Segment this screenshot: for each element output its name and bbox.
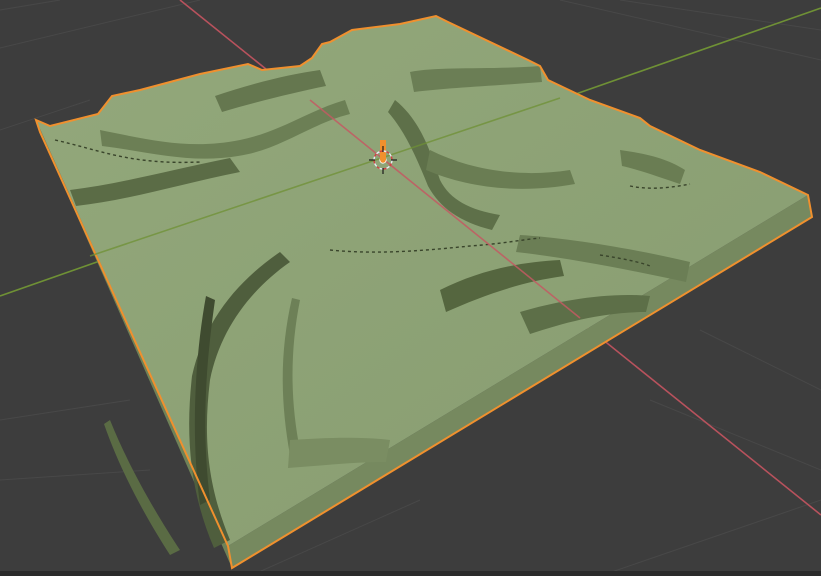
status-strip <box>0 571 821 576</box>
viewport-canvas[interactable] <box>0 0 821 576</box>
3d-viewport[interactable] <box>0 0 821 576</box>
terrain-mesh[interactable] <box>34 14 814 570</box>
